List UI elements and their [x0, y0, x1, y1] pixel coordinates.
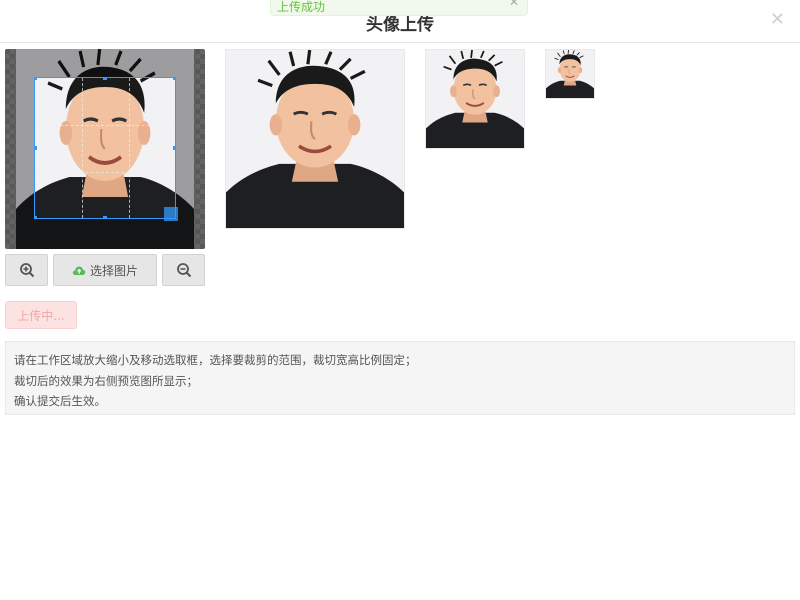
crop-guide-vertical [81, 78, 131, 218]
resize-handle-top[interactable] [103, 78, 107, 80]
instruction-line: 确认提交后生效。 [14, 394, 106, 408]
close-icon[interactable]: ✕ [509, 0, 519, 9]
resize-handle-top-left[interactable] [35, 78, 37, 80]
resize-handle-right[interactable] [173, 146, 175, 150]
resize-handle-bottom[interactable] [103, 216, 107, 218]
success-toast: 上传成功 ✕ [270, 0, 528, 16]
crop-selection-box[interactable] [34, 77, 176, 219]
resize-handle-bottom-left[interactable] [35, 216, 37, 218]
resize-handle-top-right[interactable] [173, 78, 175, 80]
zoom-out-icon [176, 263, 191, 278]
crop-workspace[interactable] [5, 49, 205, 249]
select-image-label: 选择图片 [89, 263, 138, 278]
preview-large [225, 49, 405, 229]
resize-handle-left[interactable] [35, 146, 37, 150]
preview-medium [425, 49, 525, 149]
resize-handle-bottom-right[interactable] [164, 207, 178, 221]
close-icon[interactable]: ✕ [770, 9, 785, 30]
zoom-out-button[interactable] [162, 254, 205, 286]
upload-button[interactable]: 上传中... [5, 301, 77, 329]
instruction-line: 请在工作区域放大缩小及移动选取框，选择要裁剪的范围，裁切宽高比例固定； [14, 353, 417, 367]
preview-small [545, 49, 595, 99]
cloud-upload-icon [72, 264, 86, 276]
zoom-in-button[interactable] [5, 254, 48, 286]
instruction-line: 裁切后的效果为右侧预览图所显示； [14, 373, 198, 388]
toast-message: 上传成功 [277, 0, 326, 14]
select-image-button[interactable]: 选择图片 [53, 254, 157, 286]
instructions-panel: 请在工作区域放大缩小及移动选取框，选择要裁剪的范围，裁切宽高比例固定； 裁切后的… [5, 341, 795, 415]
zoom-in-icon [19, 263, 34, 278]
